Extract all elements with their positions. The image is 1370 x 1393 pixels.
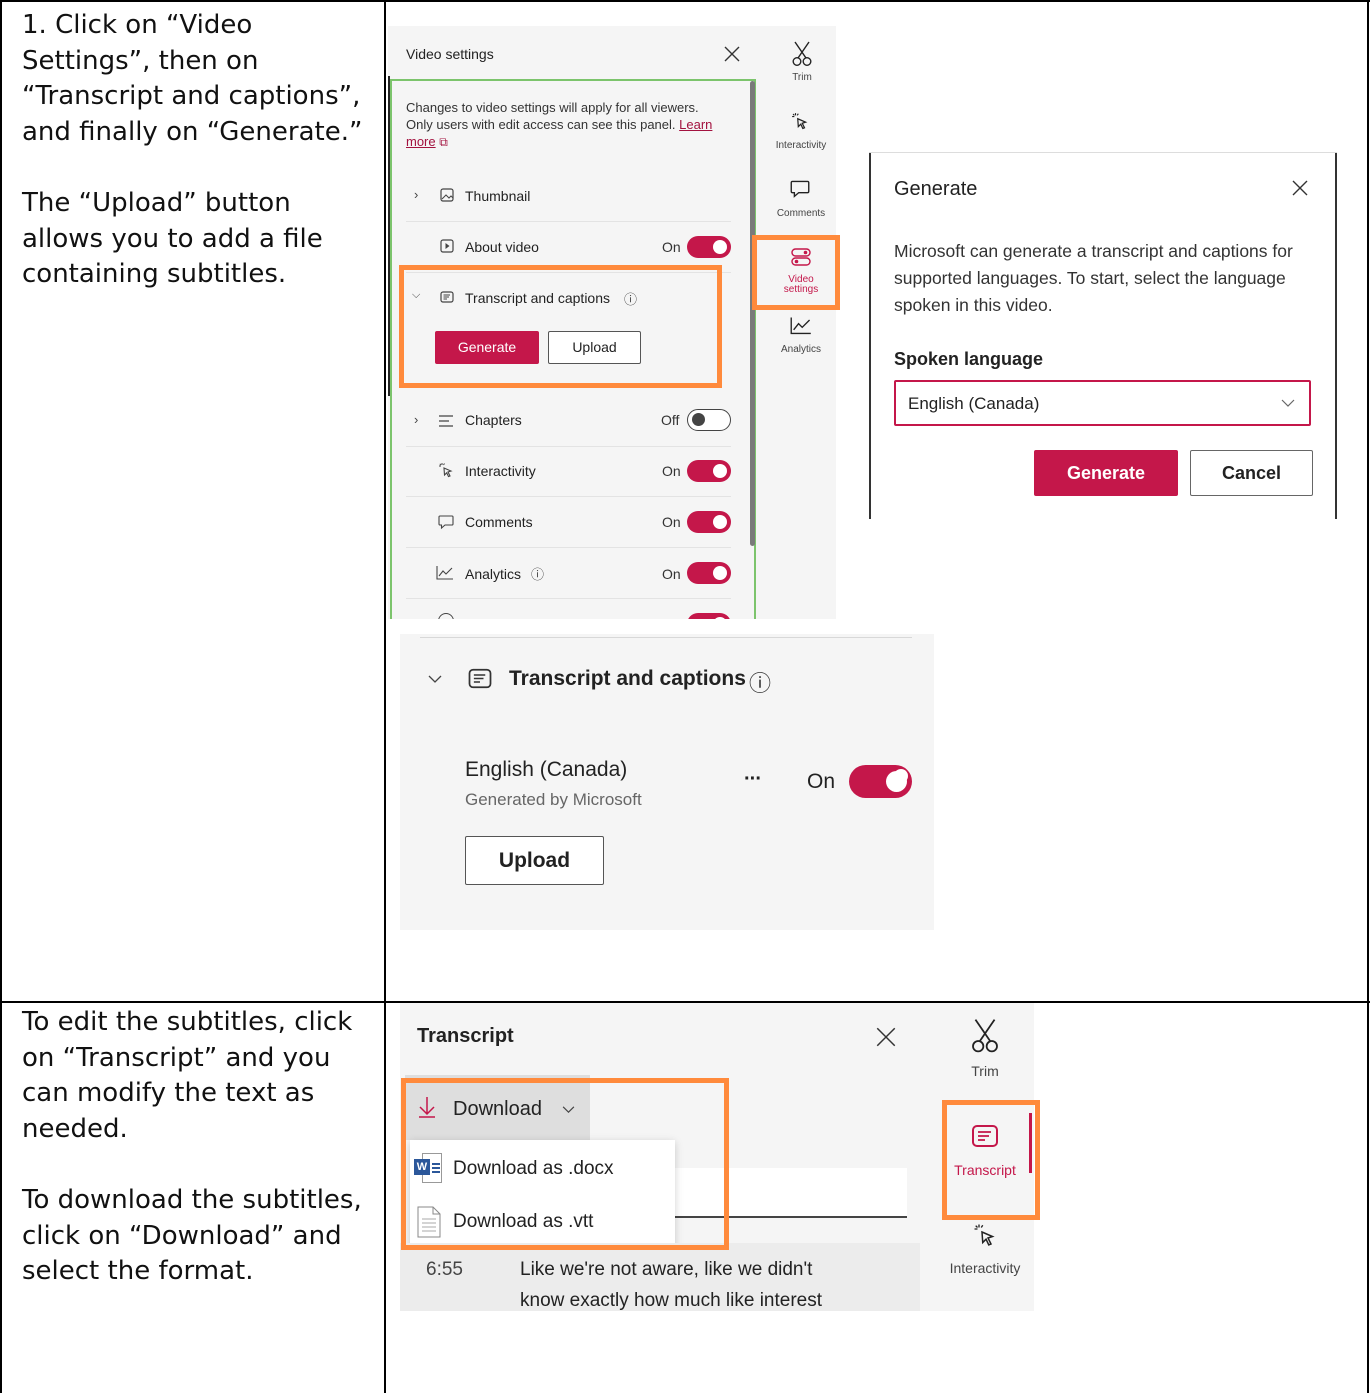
line-chart-icon[interactable]	[790, 316, 812, 335]
captions-panel: Transcript and captions ⓘ English (Canad…	[400, 634, 934, 930]
transcript-entry[interactable]: 6:55 Like we're not aware, like we didn'…	[400, 1243, 920, 1311]
comment-icon	[438, 515, 454, 530]
dialog-cancel-button[interactable]: Cancel	[1190, 450, 1313, 496]
row-divider	[406, 547, 731, 548]
spoken-language-label: Spoken language	[894, 349, 1044, 369]
more-options-button[interactable]: ···	[744, 768, 762, 791]
row-divider	[406, 446, 731, 447]
interactivity-toggle[interactable]	[687, 460, 731, 482]
play-box-icon	[440, 239, 454, 253]
row-divider	[406, 221, 731, 222]
clipped-toggle[interactable]	[687, 613, 731, 619]
language-dropdown-value: English (Canada)	[908, 394, 1040, 413]
video-settings-title: Video settings	[406, 46, 494, 62]
comments-label: Comments	[465, 514, 533, 530]
rail-interactivity-label[interactable]: Interactivity	[940, 1260, 1030, 1276]
cursor-click-icon[interactable]	[973, 1223, 997, 1247]
generate-dialog: Generate Microsoft can generate a transc…	[869, 152, 1337, 519]
close-icon[interactable]	[1292, 180, 1308, 196]
row2-download-text: To download the subtitles, click on “Dow…	[22, 1185, 362, 1286]
highlight-video-settings-rail	[752, 235, 840, 310]
analytics-label: Analytics	[465, 566, 522, 582]
highlight-transcript-section	[399, 265, 722, 388]
row1-instructions: 1. Click on “Video Settings”, then on “T…	[22, 8, 367, 293]
table-border-top	[0, 0, 1370, 2]
close-icon[interactable]	[724, 46, 740, 62]
chapters-state: Off	[661, 412, 680, 428]
scrollbar[interactable]	[750, 81, 755, 546]
scissors-icon[interactable]	[791, 41, 813, 67]
generate-dialog-title: Generate	[894, 178, 978, 200]
row1-step-text: 1. Click on “Video Settings”, then on “T…	[22, 10, 363, 147]
list-icon	[438, 414, 454, 428]
analytics-toggle[interactable]	[687, 562, 731, 584]
table-border-left	[0, 0, 2, 1393]
thumbnail-label[interactable]: Thumbnail	[465, 188, 530, 204]
chevron-down-icon	[1281, 398, 1295, 408]
table-column-divider	[384, 0, 386, 1393]
captions-title[interactable]: Transcript and captions	[509, 667, 746, 691]
comments-state: On	[662, 514, 681, 530]
row-divider	[406, 598, 731, 599]
chapters-label: Chapters	[465, 412, 522, 428]
chevron-right-icon[interactable]: ›	[414, 187, 418, 202]
highlight-download-menu	[401, 1078, 729, 1250]
dialog-generate-button[interactable]: Generate	[1034, 450, 1178, 496]
about-video-toggle[interactable]	[687, 236, 731, 258]
row2-instructions: To edit the subtitles, click on “Transcr…	[22, 1005, 372, 1290]
chevron-down-icon[interactable]	[428, 674, 442, 684]
info-icon: ⓘ	[749, 671, 772, 696]
dialog-left-edge	[869, 153, 871, 519]
rail-trim-label[interactable]: Trim	[778, 72, 826, 83]
caption-state: On	[807, 770, 836, 793]
interactivity-state: On	[662, 463, 681, 479]
caption-source: Generated by Microsoft	[465, 790, 642, 809]
table-border-right	[1367, 0, 1369, 1393]
line-chart-icon	[436, 565, 454, 580]
cursor-click-icon	[438, 462, 454, 478]
comment-icon[interactable]	[790, 180, 810, 199]
transcript-timestamp: 6:55	[426, 1259, 463, 1280]
external-link-icon: ⧉	[439, 135, 448, 149]
row2-edit-text: To edit the subtitles, click on “Transcr…	[22, 1007, 353, 1144]
generate-dialog-body: Microsoft can generate a transcript and …	[894, 241, 1293, 315]
rail-analytics-label[interactable]: Analytics	[776, 344, 826, 355]
rail-comments-label[interactable]: Comments	[772, 208, 830, 219]
image-icon	[440, 188, 454, 202]
language-dropdown[interactable]: English (Canada)	[894, 380, 1311, 426]
transcript-line-2: know exactly how much like interest	[520, 1290, 823, 1311]
row-divider	[406, 496, 731, 497]
info-icon: ⓘ	[531, 567, 545, 582]
comments-toggle[interactable]	[687, 511, 731, 533]
dialog-right-edge	[1335, 153, 1337, 519]
captions-icon	[467, 668, 493, 689]
highlight-transcript-rail	[942, 1100, 1040, 1220]
caption-toggle-knob	[886, 771, 907, 792]
captions-upload-button[interactable]: Upload	[465, 836, 604, 885]
interactivity-label: Interactivity	[465, 463, 536, 479]
rail-interactivity-label[interactable]: Interactivity	[770, 140, 832, 151]
scissors-icon[interactable]	[970, 1017, 1000, 1055]
rail-trim-label[interactable]: Trim	[955, 1063, 1015, 1079]
transcript-title: Transcript	[417, 1025, 514, 1047]
chapters-toggle[interactable]	[687, 409, 731, 431]
captions-top-divider	[420, 637, 912, 638]
close-icon[interactable]	[876, 1027, 896, 1047]
cursor-click-icon[interactable]	[791, 112, 809, 130]
about-video-label: About video	[465, 239, 539, 255]
about-video-state: On	[662, 239, 681, 255]
analytics-state: On	[662, 566, 681, 582]
chevron-right-icon[interactable]: ›	[414, 412, 418, 427]
caption-language: English (Canada)	[465, 758, 628, 781]
transcript-line-1: Like we're not aware, like we didn't	[520, 1259, 813, 1280]
row1-upload-text: The “Upload” button allows you to add a …	[22, 188, 323, 289]
settings-description: Changes to video settings will apply for…	[406, 100, 713, 149]
